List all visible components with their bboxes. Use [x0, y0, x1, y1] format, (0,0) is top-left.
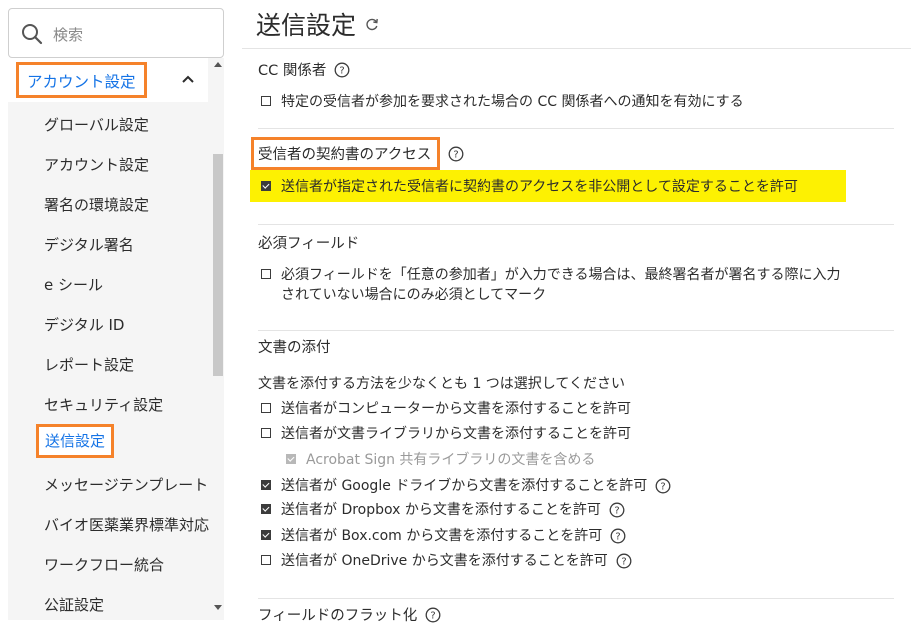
attach-from-onedrive-option[interactable]: 送信者が OneDrive から文書を添付することを許可 ? [261, 551, 632, 571]
checkbox[interactable] [261, 403, 271, 413]
sidebar-item-notary-settings[interactable]: 公証設定 [44, 590, 104, 620]
search-input[interactable] [51, 21, 215, 49]
attach-from-computer-option[interactable]: 送信者がコンピューターから文書を添付することを許可 [261, 399, 631, 419]
search-box[interactable] [8, 8, 224, 58]
sidebar-item-digital-id[interactable]: デジタル ID [44, 310, 124, 340]
checkbox[interactable] [261, 96, 271, 106]
checkbox[interactable] [261, 530, 271, 540]
section-label[interactable]: アカウント設定 [16, 62, 147, 98]
option-label: 送信者が文書ライブラリから文書を添付することを許可 [281, 426, 631, 442]
option-label: Acrobat Sign 共有ライブラリの文書を含める [306, 452, 596, 468]
checkbox[interactable] [261, 480, 271, 490]
account-settings-section[interactable]: アカウント設定 [8, 58, 208, 102]
option-label: 送信者がコンピューターから文書を添付することを許可 [281, 401, 631, 417]
checkbox[interactable] [261, 428, 271, 438]
option-label: 送信者が Google ドライブから文書を添付することを許可 [281, 478, 648, 494]
option-label: 送信者が Dropbox から文書を添付することを許可 [281, 502, 601, 518]
option-label-line1: 必須フィールドを「任意の参加者」が入力できる場合は、最終署名者が署名する際に入力 [281, 267, 841, 283]
section-divider [258, 598, 894, 599]
cc-notify-option[interactable]: 特定の受信者が参加を要求された場合の CC 関係者への通知を有効にする [261, 92, 744, 112]
checkbox[interactable] [261, 555, 271, 565]
refresh-icon[interactable] [364, 16, 380, 32]
sidebar-item-workflow-integration[interactable]: ワークフロー統合 [44, 550, 164, 580]
required-fields-heading-text: 必須フィールド [258, 236, 360, 252]
attachments-section-heading: 文書の添付 [258, 336, 331, 357]
option-label-line2: されていない場合にのみ必須としてマーク [281, 287, 547, 303]
scroll-down-arrow-icon[interactable] [214, 605, 222, 610]
sidebar-item-signature-preferences[interactable]: 署名の環境設定 [44, 190, 149, 220]
flatten-heading-text: フィールドのフラット化 [258, 608, 418, 624]
svg-text:?: ? [621, 557, 626, 568]
svg-text:?: ? [614, 506, 619, 517]
recipient-access-section-heading: 受信者の契約書のアクセス ? [251, 137, 464, 170]
search-icon [22, 24, 43, 45]
option-label: 送信者が指定された受信者に契約書のアクセスを非公開として設定することを許可 [281, 179, 798, 195]
page-title: 送信設定 [256, 11, 357, 40]
svg-text:?: ? [616, 532, 621, 543]
help-icon[interactable]: ? [616, 553, 632, 569]
title-divider [242, 48, 911, 49]
help-icon[interactable]: ? [610, 528, 626, 544]
section-divider [258, 330, 894, 331]
option-label: 必須フィールドを「任意の参加者」が入力できる場合は、最終署名者が署名する際に入力… [281, 265, 840, 305]
svg-text:?: ? [340, 65, 345, 76]
option-label: 送信者が OneDrive から文書を添付することを許可 [281, 553, 608, 569]
sidebar-item-global-settings[interactable]: グローバル設定 [44, 110, 149, 140]
sidebar-item-report-settings[interactable]: レポート設定 [44, 350, 134, 380]
settings-nav: アカウント設定 グローバル設定 アカウント設定 署名の環境設定 デジタル署名 e… [8, 58, 224, 620]
svg-text:?: ? [431, 610, 436, 621]
help-icon[interactable]: ? [609, 502, 625, 518]
option-label: 送信者が Box.com から文書を添付することを許可 [281, 528, 603, 544]
help-icon[interactable]: ? [448, 146, 464, 162]
attachments-heading-text: 文書の添付 [258, 340, 331, 356]
chevron-up-icon[interactable] [180, 72, 196, 86]
scroll-up-arrow-icon[interactable] [214, 62, 222, 67]
recipient-access-heading-text: 受信者の契約書のアクセス [251, 137, 441, 170]
scroll-thumb[interactable] [213, 154, 223, 376]
page-header: 送信設定 [256, 4, 380, 44]
required-fields-option[interactable]: 必須フィールドを「任意の参加者」が入力できる場合は、最終署名者が署名する際に入力… [261, 265, 840, 305]
checkbox [286, 454, 296, 464]
sidebar-item-digital-signatures[interactable]: デジタル署名 [44, 230, 134, 260]
sidebar: アカウント設定 グローバル設定 アカウント設定 署名の環境設定 デジタル署名 e… [0, 0, 228, 620]
attach-from-box-option[interactable]: 送信者が Box.com から文書を添付することを許可 ? [261, 526, 626, 546]
attach-from-library-option[interactable]: 送信者が文書ライブラリから文書を添付することを許可 [261, 424, 631, 444]
checkbox[interactable] [261, 181, 271, 191]
sidebar-item-message-templates[interactable]: メッセージテンプレート [44, 470, 208, 500]
include-shared-library-option: Acrobat Sign 共有ライブラリの文書を含める [286, 450, 595, 470]
help-icon[interactable]: ? [655, 478, 671, 494]
help-icon[interactable]: ? [334, 62, 350, 78]
checkbox[interactable] [261, 504, 271, 514]
attach-from-dropbox-option[interactable]: 送信者が Dropbox から文書を添付することを許可 ? [261, 500, 625, 520]
cc-heading-text: CC 関係者 [258, 63, 327, 79]
main-content: 送信設定 CC 関係者 ? 特定の受信者が参加を要求された場合の CC 関係者へ… [242, 0, 911, 624]
attachments-description: 文書を添付する方法を少なくとも 1 つは選択してください [258, 376, 625, 392]
option-label: 特定の受信者が参加を要求された場合の CC 関係者への通知を有効にする [281, 94, 744, 110]
attach-from-google-drive-option[interactable]: 送信者が Google ドライブから文書を添付することを許可 ? [261, 476, 671, 496]
help-icon[interactable]: ? [425, 607, 441, 623]
svg-text:?: ? [454, 149, 459, 160]
sidebar-item-send-settings[interactable]: 送信設定 [36, 424, 115, 458]
sidebar-item-account-settings[interactable]: アカウント設定 [44, 150, 149, 180]
required-fields-section-heading: 必須フィールド [258, 232, 359, 253]
sidebar-item-bio-pharma[interactable]: バイオ医薬業界標準対応 [44, 510, 209, 540]
sidebar-item-eseals[interactable]: e シール [44, 270, 103, 300]
checkbox[interactable] [261, 269, 271, 279]
private-access-option[interactable]: 送信者が指定された受信者に契約書のアクセスを非公開として設定することを許可 [261, 177, 798, 197]
section-divider [258, 224, 894, 225]
cc-section-heading: CC 関係者 ? [258, 59, 350, 80]
svg-text:?: ? [661, 482, 666, 493]
section-divider [258, 128, 894, 129]
flatten-section-heading: フィールドのフラット化 ? [258, 604, 441, 625]
sidebar-item-security-settings[interactable]: セキュリティ設定 [44, 390, 163, 420]
